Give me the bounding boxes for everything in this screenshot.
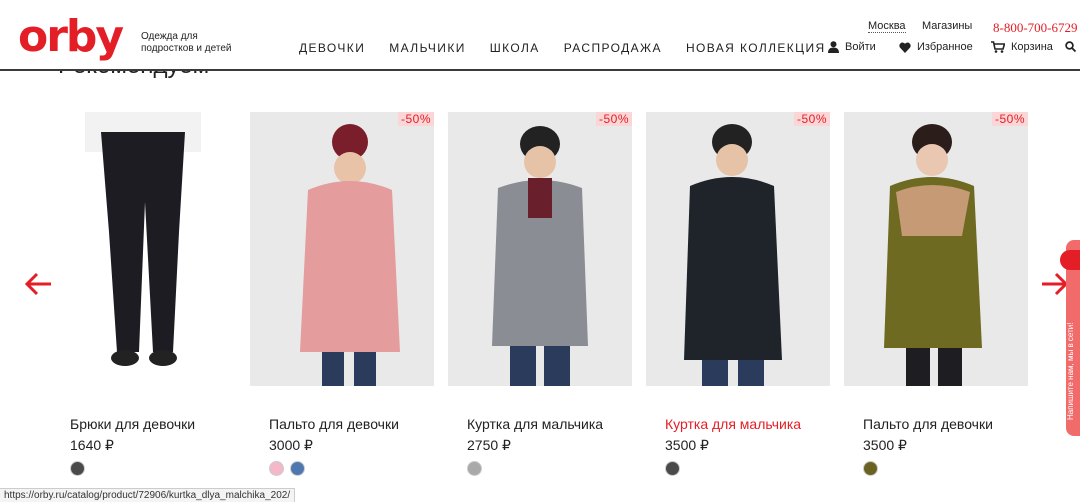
arrow-right-icon [1040,272,1069,302]
color-swatches [467,461,482,476]
color-swatch[interactable] [269,461,284,476]
nav-item-sale[interactable]: РАСПРОДАЖА [564,41,662,55]
nav-item-girls[interactable]: ДЕВОЧКИ [299,41,365,55]
color-swatches [863,461,878,476]
product-photo[interactable]: -50% [844,112,1028,386]
discount-badge: -50% [991,112,1028,126]
favorites-button[interactable]: Избранное [899,41,973,53]
discount-badge: -50% [397,112,434,126]
login-button[interactable]: Войти [828,41,876,53]
nav-item-new-collection[interactable]: НОВАЯ КОЛЛЕКЦИЯ [686,41,826,55]
brand-logo[interactable]: orby [18,15,124,59]
product-name[interactable]: Пальто для девочки [269,416,399,432]
product-price: 3000 ₽ [269,437,313,453]
color-swatch[interactable] [863,461,878,476]
login-label: Войти [845,41,876,53]
main-nav: ДЕВОЧКИ МАЛЬЧИКИ ШКОЛА РАСПРОДАЖА НОВАЯ … [299,41,850,55]
brand-tagline: Одежда для подростков и детей [141,31,232,54]
product-photo[interactable]: -50% [250,112,434,386]
product-name[interactable]: Куртка для мальчика [665,416,801,432]
search-button[interactable] [1065,41,1076,52]
product-photo[interactable]: -50% [448,112,632,386]
site-header: orby Одежда для подростков и детей ДЕВОЧ… [0,0,1080,71]
feedback-label: Напишите нам, мы в сети! [1066,322,1075,420]
color-swatch[interactable] [290,461,305,476]
city-selector[interactable]: Москва [868,20,906,33]
product-name[interactable]: Куртка для мальчика [467,416,603,432]
color-swatch[interactable] [467,461,482,476]
heart-icon [899,42,911,53]
chat-icon[interactable] [1060,250,1080,270]
cart-label: Корзина [1011,41,1053,53]
product-name[interactable]: Пальто для девочки [863,416,993,432]
cart-icon [991,41,1005,53]
carousel-next-button[interactable] [1040,270,1069,298]
color-swatch[interactable] [665,461,680,476]
nav-item-school[interactable]: ШКОЛА [490,41,540,55]
product-price: 2750 ₽ [467,437,511,453]
user-icon [828,41,839,53]
product-price: 3500 ₽ [665,437,709,453]
carousel-prev-button[interactable] [24,270,53,298]
product-photo[interactable] [51,112,235,386]
phone-number[interactable]: 8-800-700-6729 [993,20,1078,36]
nav-item-boys[interactable]: МАЛЬЧИКИ [389,41,466,55]
product-name[interactable]: Брюки для девочки [70,416,195,432]
color-swatches [665,461,680,476]
arrow-left-icon [24,272,53,302]
stores-link[interactable]: Магазины [922,20,972,32]
color-swatch[interactable] [70,461,85,476]
discount-badge: -50% [793,112,830,126]
product-photo[interactable]: -50% [646,112,830,386]
discount-badge: -50% [595,112,632,126]
status-bar-url: https://orby.ru/catalog/product/72906/ku… [0,488,296,502]
color-swatches [70,461,85,476]
product-price: 3500 ₽ [863,437,907,453]
color-swatches [269,461,305,476]
product-price: 1640 ₽ [70,437,114,453]
cart-button[interactable]: Корзина [991,41,1053,53]
search-icon [1065,41,1076,52]
favorites-label: Избранное [917,41,973,53]
